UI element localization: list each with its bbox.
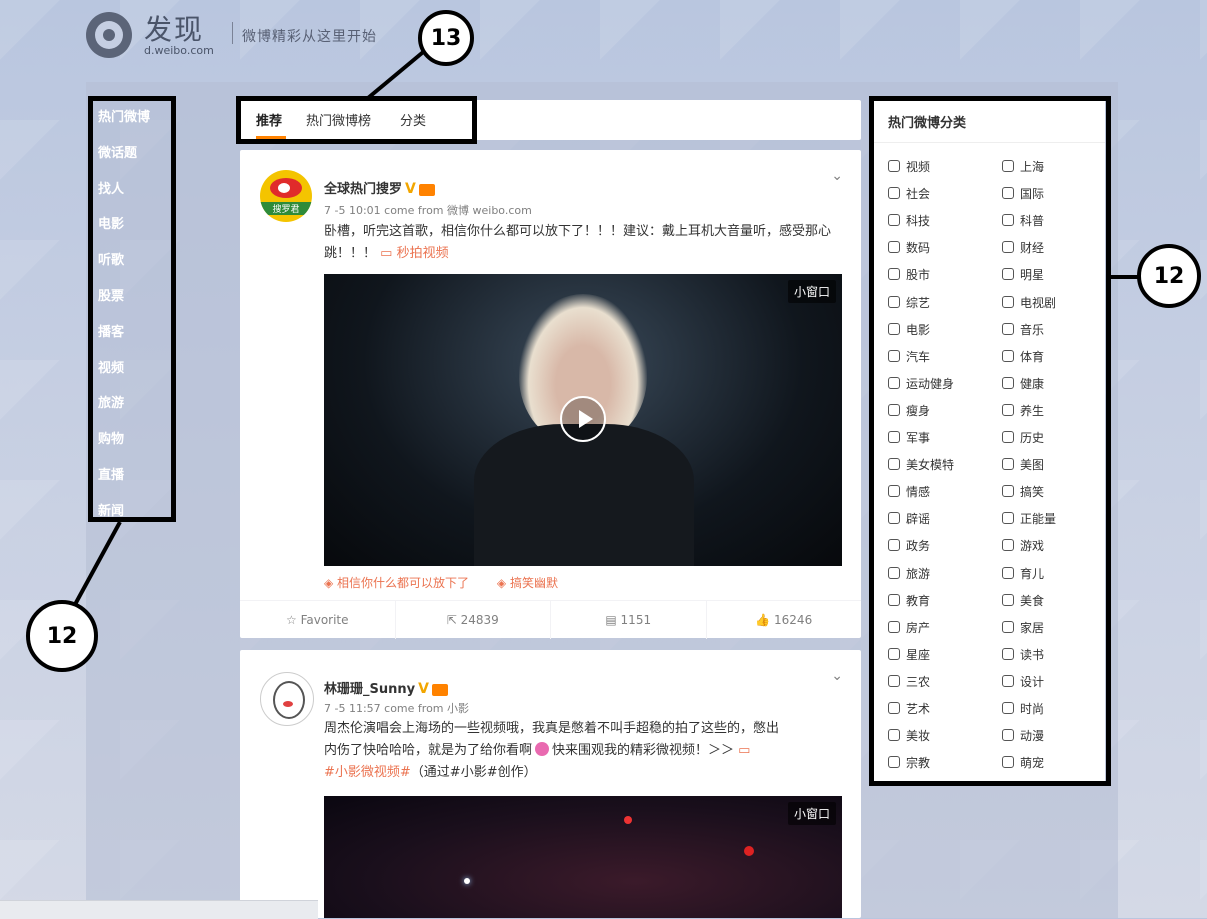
- annotation-box-left-nav: [88, 96, 176, 522]
- verified-badge: V: [405, 181, 416, 197]
- crown-badge-icon: [431, 683, 448, 696]
- video-player[interactable]: 小窗口: [324, 796, 842, 918]
- video-link[interactable]: ▭ 秒拍视频: [380, 246, 448, 261]
- annotation-box-categories: [869, 96, 1111, 786]
- annotation-label-12-left: 12: [26, 600, 98, 672]
- video-link-icon[interactable]: ▭: [738, 743, 750, 758]
- post-meta: 7 -5 11:57 come from 小影: [324, 702, 470, 715]
- feed-card: 搜罗君 全球热门搜罗 V ⌄ 7 -5 10:01 come from 微博 we…: [240, 150, 861, 639]
- video-link-label[interactable]: 秒拍视频: [397, 246, 449, 261]
- repost-button[interactable]: ⇱ 24839: [396, 601, 551, 639]
- feed-card: 林珊珊_Sunny V ⌄ 7 -5 11:57 come from 小影 周杰伦…: [240, 650, 861, 918]
- avatar-label: 搜罗君: [260, 202, 312, 215]
- page-title: 发现: [144, 13, 205, 46]
- verified-badge: V: [418, 681, 429, 697]
- stage-light: [744, 846, 754, 856]
- mini-window-button[interactable]: 小窗口: [787, 280, 836, 303]
- post-author[interactable]: 林珊珊_Sunny V: [324, 678, 448, 697]
- avatar[interactable]: 搜罗君: [260, 170, 312, 222]
- site-domain: d.weibo.com: [144, 44, 214, 57]
- post-meta: 7 -5 10:01 come from 微博 weibo.com: [324, 204, 532, 217]
- header-divider: [232, 22, 233, 44]
- favorite-button[interactable]: ☆ Favorite: [240, 601, 396, 639]
- slogan: 微博精彩从这里开始: [242, 29, 377, 45]
- author-name[interactable]: 林珊珊_Sunny: [324, 682, 415, 697]
- topic-tag[interactable]: ◈ 相信你什么都可以放下了: [324, 576, 469, 590]
- annotation-label-13: 13: [418, 10, 474, 66]
- post-text: 周杰伦演唱会上海场的一些视频哦，我真是憋着不叫手超稳的拍了这些的，憋出 内伤了快…: [324, 718, 840, 784]
- post-tags: ◈ 相信你什么都可以放下了 ◈ 搞笑幽默: [324, 574, 558, 591]
- comment-button[interactable]: ▤ 1151: [551, 601, 707, 639]
- post-body-line: 周杰伦演唱会上海场的一些视频哦，我真是憋着不叫手超稳的拍了这些的，憋出: [324, 721, 780, 736]
- video-player[interactable]: 小窗口: [324, 274, 842, 566]
- mini-window-button[interactable]: 小窗口: [787, 802, 836, 825]
- topic-link[interactable]: #小影微视频#: [324, 765, 411, 780]
- post-author[interactable]: 全球热门搜罗 V: [324, 178, 435, 197]
- post-text: 卧槽，听完这首歌，相信你什么都可以放下了！！！建议：戴上耳机大音量听，感受那心跳…: [324, 221, 840, 265]
- avatar[interactable]: [260, 672, 314, 726]
- play-icon[interactable]: [560, 396, 606, 442]
- weibo-logo-icon[interactable]: [86, 12, 132, 58]
- crown-badge-icon: [418, 183, 435, 196]
- post-body-line: 内伤了快哈哈哈，就是为了给你看啊 快来围观我的精彩微视频！＞＞ ▭: [324, 742, 751, 758]
- stage-light: [624, 816, 632, 824]
- stage-light: [464, 878, 470, 884]
- chevron-down-icon[interactable]: ⌄: [831, 168, 843, 184]
- emoji-icon: [535, 742, 550, 756]
- like-button[interactable]: 👍 16246: [707, 601, 862, 639]
- post-actions: ☆ Favorite ⇱ 24839 ▤ 1151 👍 16246: [240, 600, 861, 639]
- post-body-line: #小影微视频#（通过#小影#创作）: [324, 765, 537, 780]
- topic-tag[interactable]: ◈ 搞笑幽默: [497, 576, 558, 590]
- annotation-label-12-right: 12: [1137, 244, 1201, 308]
- status-strip: [0, 900, 318, 919]
- performer-jacket: [474, 424, 694, 566]
- chevron-down-icon[interactable]: ⌄: [831, 668, 843, 684]
- annotation-box-tabs: [236, 96, 477, 144]
- author-name[interactable]: 全球热门搜罗: [324, 182, 402, 197]
